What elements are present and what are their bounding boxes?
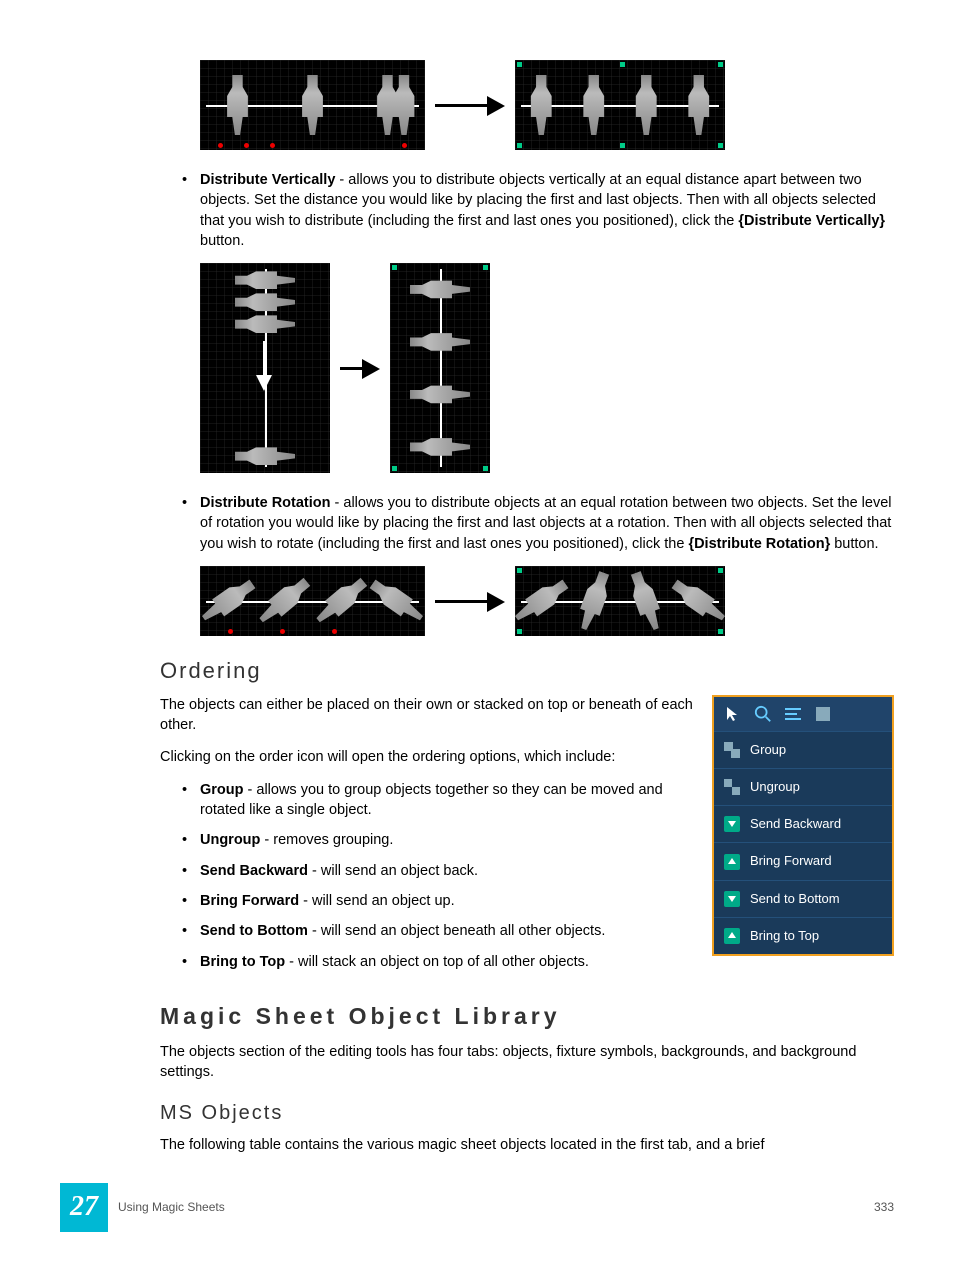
footer-section: Using Magic Sheets xyxy=(118,1199,225,1216)
ordering-item-group: • Group - allows you to group objects to… xyxy=(160,780,698,821)
library-intro: The objects section of the editing tools… xyxy=(160,1042,894,1083)
ms-objects-text: The following table contains the various… xyxy=(160,1135,894,1155)
label: Group xyxy=(750,741,786,759)
term: Send to Bottom xyxy=(200,923,308,939)
label: Send to Bottom xyxy=(750,890,840,908)
term: Group xyxy=(200,782,244,798)
term: Send Backward xyxy=(200,863,308,879)
arrow-right-icon xyxy=(435,100,505,110)
label: Bring Forward xyxy=(750,852,832,870)
ordering-intro-2: Clicking on the order icon will open the… xyxy=(160,747,698,767)
ordering-item-ungroup: • Ungroup - removes grouping. xyxy=(160,830,698,850)
text: - will send an object up. xyxy=(299,893,455,909)
label: Bring to Top xyxy=(750,927,819,945)
text: - will stack an object on top of all oth… xyxy=(285,954,589,970)
bullet-distribute-vertically: • Distribute Vertically - allows you to … xyxy=(160,170,894,251)
figure-distribute-horizontal xyxy=(200,60,894,150)
arrow-down-icon xyxy=(724,816,740,832)
text: - allows you to group objects together s… xyxy=(200,782,663,818)
after-text: button. xyxy=(200,233,244,249)
ordering-item-bring-to-top: • Bring to Top - will stack an object on… xyxy=(160,952,698,972)
arrow-right-icon xyxy=(435,596,505,606)
term: Bring to Top xyxy=(200,954,285,970)
panel-item-bring-forward[interactable]: Bring Forward xyxy=(714,842,892,879)
heading-ms-objects: MS Objects xyxy=(160,1099,894,1127)
arrow-up-icon xyxy=(724,854,740,870)
chapter-badge: 27 xyxy=(60,1183,108,1232)
term: Bring Forward xyxy=(200,893,299,909)
button-ref: {Distribute Vertically} xyxy=(738,213,885,229)
ordering-panel: Group Ungroup Send Backward Bring Forwar… xyxy=(712,695,894,956)
panel-item-bring-to-top[interactable]: Bring to Top xyxy=(714,917,892,954)
ordering-active-icon[interactable] xyxy=(784,705,802,723)
panel-item-group[interactable]: Group xyxy=(714,731,892,768)
after-text: button. xyxy=(830,536,878,552)
cursor-icon[interactable] xyxy=(724,705,742,723)
zoom-icon[interactable] xyxy=(754,705,772,723)
arrow-down-icon xyxy=(724,891,740,907)
text: - will send an object back. xyxy=(308,863,478,879)
term: Ungroup xyxy=(200,832,260,848)
arrow-up-icon xyxy=(724,928,740,944)
text: - will send an object beneath all other … xyxy=(308,923,605,939)
panel-item-send-backward[interactable]: Send Backward xyxy=(714,805,892,842)
button-ref: {Distribute Rotation} xyxy=(688,536,830,552)
ordering-item-send-to-bottom: • Send to Bottom - will send an object b… xyxy=(160,921,698,941)
heading-ordering: Ordering xyxy=(160,656,894,687)
label: Ungroup xyxy=(750,778,800,796)
panel-item-send-to-bottom[interactable]: Send to Bottom xyxy=(714,880,892,917)
page-number: 333 xyxy=(874,1199,894,1216)
page-footer: 27 Using Magic Sheets 333 xyxy=(60,1183,894,1232)
group-icon xyxy=(724,742,740,758)
figure-distribute-rotation xyxy=(200,566,894,636)
panel-toolbar xyxy=(714,697,892,731)
ordering-item-send-backward: • Send Backward - will send an object ba… xyxy=(160,861,698,881)
bullet-distribute-rotation: • Distribute Rotation - allows you to di… xyxy=(160,493,894,554)
panel-item-ungroup[interactable]: Ungroup xyxy=(714,768,892,805)
ordering-intro-1: The objects can either be placed on thei… xyxy=(160,695,698,736)
text: - removes grouping. xyxy=(260,832,393,848)
stop-icon[interactable] xyxy=(814,705,832,723)
heading-object-library: Magic Sheet Object Library xyxy=(160,1000,894,1032)
ordering-item-bring-forward: • Bring Forward - will send an object up… xyxy=(160,891,698,911)
ungroup-icon xyxy=(724,779,740,795)
arrow-right-icon xyxy=(340,363,380,373)
label: Send Backward xyxy=(750,815,841,833)
figure-distribute-vertical xyxy=(200,263,894,473)
term: Distribute Vertically xyxy=(200,172,335,188)
term: Distribute Rotation xyxy=(200,495,331,511)
